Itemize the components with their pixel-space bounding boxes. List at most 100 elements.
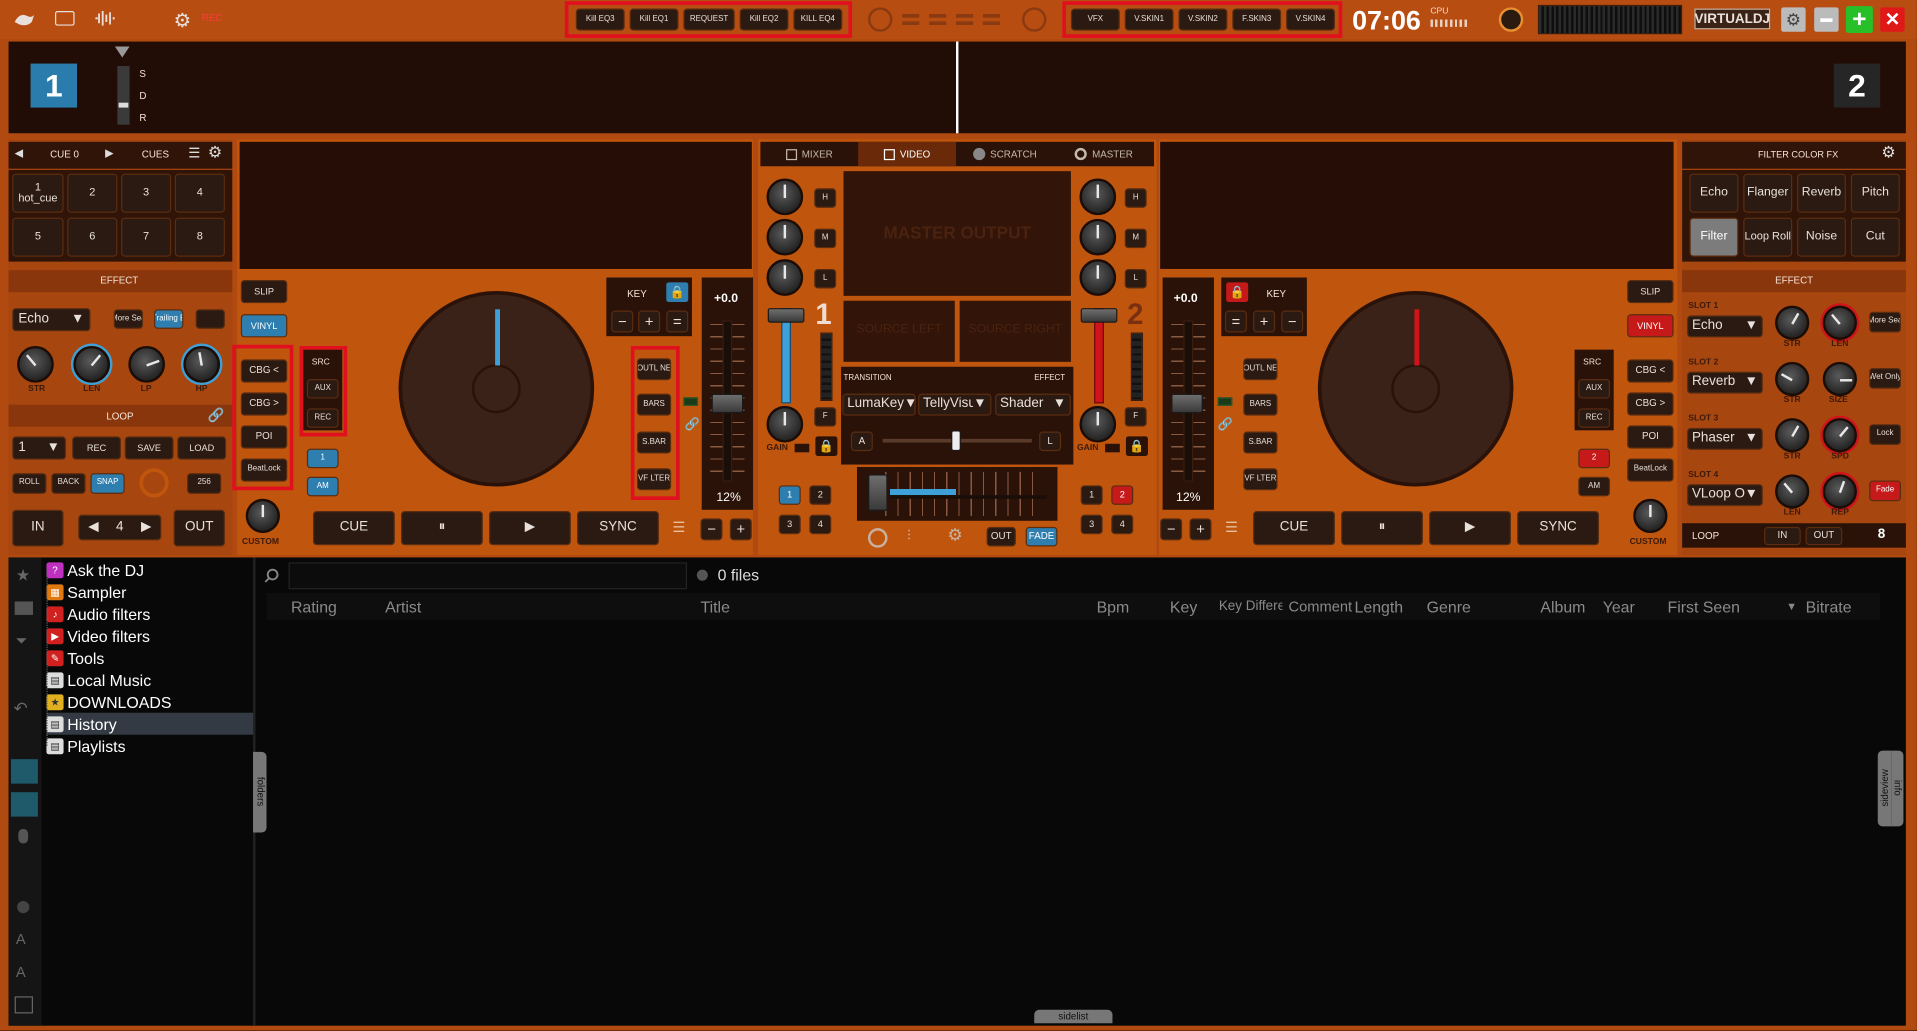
deck1-bars-button[interactable]: BARS bbox=[636, 393, 672, 416]
deck2-vfilter-button[interactable]: VF LTER bbox=[1243, 468, 1278, 491]
skin-settings-gear-icon[interactable]: ⚙ bbox=[1781, 7, 1806, 32]
deck2-custom-knob[interactable] bbox=[1633, 498, 1668, 534]
ch2-eq-high-knob[interactable] bbox=[1079, 178, 1117, 216]
column-key[interactable]: Key bbox=[1170, 598, 1197, 616]
slot4-knob-2[interactable] bbox=[1822, 474, 1857, 509]
sampler-view-icon[interactable] bbox=[11, 759, 38, 784]
ch2-volume-fader[interactable] bbox=[1080, 308, 1118, 323]
record-dot-icon[interactable] bbox=[17, 900, 30, 914]
hot-cue-pad-8[interactable]: 8 bbox=[174, 217, 225, 257]
column-year[interactable]: Year bbox=[1603, 598, 1635, 616]
ch1-eq-l-label[interactable]: L bbox=[814, 268, 837, 289]
rec-button[interactable]: REC bbox=[202, 12, 223, 23]
deck2-am-button[interactable]: AM bbox=[1578, 476, 1611, 497]
cue-next-icon[interactable]: ▶ bbox=[105, 147, 113, 160]
loop-save-button[interactable]: SAVE bbox=[124, 436, 174, 460]
tree-item-playlists[interactable]: ▤ Playlists bbox=[46, 735, 254, 757]
kill-eq1-button[interactable]: Kill EQ1 bbox=[629, 8, 679, 31]
mixer-right-deck-4-button[interactable]: 4 bbox=[1111, 514, 1134, 535]
deck2-slip-button[interactable]: SLIP bbox=[1627, 279, 1674, 304]
deck2-poi-button[interactable]: POI bbox=[1627, 425, 1674, 449]
slot3-param-button[interactable]: Lock bbox=[1869, 424, 1901, 445]
slot2-knob-2[interactable] bbox=[1822, 361, 1857, 397]
video-record-icon[interactable] bbox=[867, 528, 888, 548]
slot4-param-button[interactable]: Fade bbox=[1869, 480, 1901, 502]
fx-pitch-button[interactable]: Pitch bbox=[1850, 173, 1900, 213]
favorites-star-icon[interactable]: ★ bbox=[16, 566, 30, 586]
deck1-vfilter-button[interactable]: VF LTER bbox=[636, 468, 672, 491]
deck2-key-plus-button[interactable]: + bbox=[1253, 310, 1276, 333]
deck1-aux-button[interactable]: AUX bbox=[306, 378, 339, 399]
loop-link-icon[interactable]: 🔗 bbox=[208, 407, 225, 423]
fx-flanger-button[interactable]: Flanger bbox=[1743, 173, 1793, 213]
slot2-select[interactable]: Reverb ▼ bbox=[1687, 371, 1763, 394]
effect-select[interactable]: Echo ▼ bbox=[12, 308, 91, 332]
deck2-cbg-prev-button[interactable]: CBG < bbox=[1627, 359, 1674, 383]
deck1-menu-icon[interactable]: ☰ bbox=[672, 518, 685, 535]
ch2-filter-label[interactable]: F bbox=[1124, 407, 1147, 427]
deck2-link-icon[interactable]: 🔗 bbox=[1218, 418, 1233, 431]
window-layout-icon[interactable] bbox=[55, 11, 75, 26]
deck2-play-button[interactable]: ▶ bbox=[1429, 511, 1512, 546]
font-size-down-icon[interactable]: A bbox=[16, 963, 26, 980]
deck2-pitch-plus-button[interactable]: + bbox=[1189, 518, 1212, 541]
fx-filter-button[interactable]: Filter bbox=[1689, 217, 1739, 257]
video-settings-gear-icon[interactable]: ⚙ bbox=[947, 524, 962, 545]
ch1-eq-high-knob[interactable] bbox=[766, 178, 804, 216]
ch1-filter-label[interactable]: F bbox=[814, 407, 837, 427]
sideview-tab[interactable]: sideview bbox=[1877, 750, 1892, 827]
mixer-left-deck-4-button[interactable]: 4 bbox=[809, 514, 832, 535]
hot-cue-pad-3[interactable]: 3 bbox=[121, 173, 172, 213]
column-comment[interactable]: Comment bbox=[1289, 598, 1353, 615]
loop-load-button[interactable]: LOAD bbox=[177, 436, 227, 460]
deck1-am-button[interactable]: AM bbox=[306, 476, 339, 497]
deck1-cbg-prev-button[interactable]: CBG < bbox=[240, 359, 288, 383]
column-genre[interactable]: Genre bbox=[1427, 598, 1471, 616]
cue-settings-gear-icon[interactable]: ⚙ bbox=[208, 143, 222, 163]
loop-halve-icon[interactable]: ◀ bbox=[88, 520, 98, 534]
filter-icon[interactable]: ⏷ bbox=[16, 632, 28, 650]
vskin4-button[interactable]: V.SKIN4 bbox=[1286, 8, 1335, 31]
deck2-pitch-minus-button[interactable]: − bbox=[1160, 518, 1183, 541]
ch1-eq-low-knob[interactable] bbox=[766, 259, 804, 296]
slot2-param-button[interactable]: Wet Only bbox=[1869, 367, 1901, 389]
mixer-right-deck-1-button[interactable]: 1 bbox=[1080, 485, 1103, 505]
deck1-outline-button[interactable]: OUTL NE bbox=[636, 358, 672, 381]
search-icon[interactable] bbox=[264, 567, 279, 583]
deck2-key-minus-button[interactable]: − bbox=[1281, 310, 1304, 333]
deck2-sbar-button[interactable]: S.BAR bbox=[1243, 431, 1278, 454]
search-input[interactable] bbox=[288, 562, 688, 590]
mixer-left-deck-1-button[interactable]: 1 bbox=[778, 485, 801, 505]
loop-select[interactable]: 1 ▼ bbox=[12, 436, 67, 460]
deck1-key-reset-button[interactable]: = bbox=[666, 310, 689, 333]
deck1-vinyl-button[interactable]: VINYL bbox=[240, 314, 288, 338]
tree-item-downloads[interactable]: ★ DOWNLOADS bbox=[46, 691, 254, 713]
column-length[interactable]: Length bbox=[1355, 598, 1404, 616]
fx-cut-button[interactable]: Cut bbox=[1850, 217, 1900, 257]
video-eq-icon[interactable]: ⫶ bbox=[907, 527, 911, 545]
ch2-eq-m-label[interactable]: M bbox=[1124, 228, 1147, 249]
hot-cue-pad-2[interactable]: 2 bbox=[67, 173, 118, 213]
deck1-beatlock-button[interactable]: BeatLock bbox=[240, 458, 288, 482]
deck2-pause-button[interactable]: ⏸ bbox=[1341, 511, 1423, 546]
minimize-button[interactable] bbox=[1814, 7, 1839, 32]
shader-select[interactable]: Shader ▼ bbox=[995, 393, 1071, 416]
column-key-difference[interactable]: Key Differen bbox=[1219, 599, 1283, 614]
tree-item-sampler[interactable]: ▦ Sampler bbox=[46, 581, 254, 603]
deck1-key-minus-button[interactable]: − bbox=[611, 310, 634, 333]
vfx-button[interactable]: VFX bbox=[1070, 8, 1120, 31]
cue-prev-icon[interactable]: ◀ bbox=[15, 147, 23, 160]
deck1-cue-button[interactable]: CUE bbox=[312, 511, 395, 546]
ch1-gain-knob[interactable] bbox=[766, 405, 804, 443]
loop-256-button[interactable]: 256 bbox=[187, 473, 222, 494]
tree-item-ask-the-dj[interactable]: ? Ask the DJ bbox=[46, 559, 254, 581]
ch1-lock-icon[interactable]: 🔒 bbox=[815, 436, 838, 456]
len-knob[interactable] bbox=[73, 345, 111, 383]
tab-mixer[interactable]: MIXER bbox=[760, 142, 858, 166]
slot4-select[interactable]: VLoop Out▼ bbox=[1687, 484, 1763, 507]
deck1-pitch-fader[interactable] bbox=[711, 393, 744, 414]
mixer-right-deck-3-button[interactable]: 3 bbox=[1080, 514, 1103, 535]
loop-in-button[interactable]: IN bbox=[12, 509, 64, 547]
mixer-left-deck-2-button[interactable]: 2 bbox=[809, 485, 832, 505]
deck2-cbg-next-button[interactable]: CBG > bbox=[1627, 392, 1674, 416]
